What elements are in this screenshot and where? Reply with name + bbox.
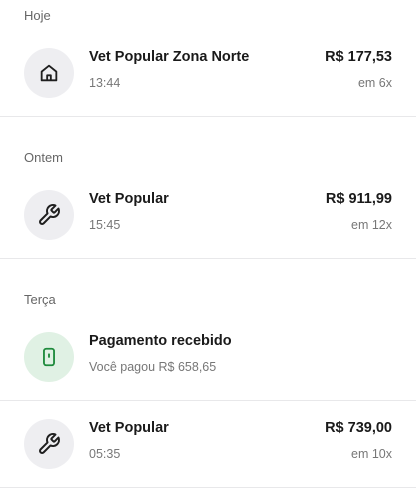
transaction-title: Vet Popular [89, 191, 169, 207]
transaction-row[interactable]: Vet Popular 15:45 R$ 911,99 em 12x [0, 172, 416, 258]
transaction-time: 05:35 [89, 447, 121, 461]
divider [0, 487, 416, 488]
transaction-installments: em 6x [357, 76, 392, 90]
phone-icon [24, 332, 74, 382]
section-header-today: Hoje [24, 7, 51, 23]
wrench-icon [24, 190, 74, 240]
transaction-row[interactable]: Vet Popular Zona Norte 13:44 R$ 177,53 e… [0, 30, 416, 116]
transaction-title: Vet Popular [89, 420, 169, 436]
transaction-amount: R$ 739,00 [325, 420, 392, 436]
transaction-amount: R$ 177,53 [325, 49, 392, 65]
section-header-yesterday: Ontem [24, 149, 64, 165]
transaction-time: 15:45 [89, 218, 121, 232]
transaction-installments: em 10x [351, 447, 392, 461]
transaction-description: Você pagou R$ 658,65 [89, 360, 217, 374]
transaction-installments: em 12x [351, 218, 392, 232]
transaction-title: Vet Popular Zona Norte [89, 49, 250, 65]
transaction-time: 13:44 [89, 76, 121, 90]
wrench-icon [24, 419, 74, 469]
transaction-amount: R$ 911,99 [325, 191, 392, 207]
house-icon [24, 48, 74, 98]
section-header-tuesday: Terça [24, 291, 56, 307]
transaction-title: Pagamento recebido [89, 333, 232, 349]
transaction-row[interactable]: Vet Popular 05:35 R$ 739,00 em 10x [0, 401, 416, 487]
transaction-list: Hoje Vet Popular Zona Norte 13:44 R$ 177… [0, 0, 416, 488]
transaction-row[interactable]: Pagamento recebido Você pagou R$ 658,65 [0, 314, 416, 400]
